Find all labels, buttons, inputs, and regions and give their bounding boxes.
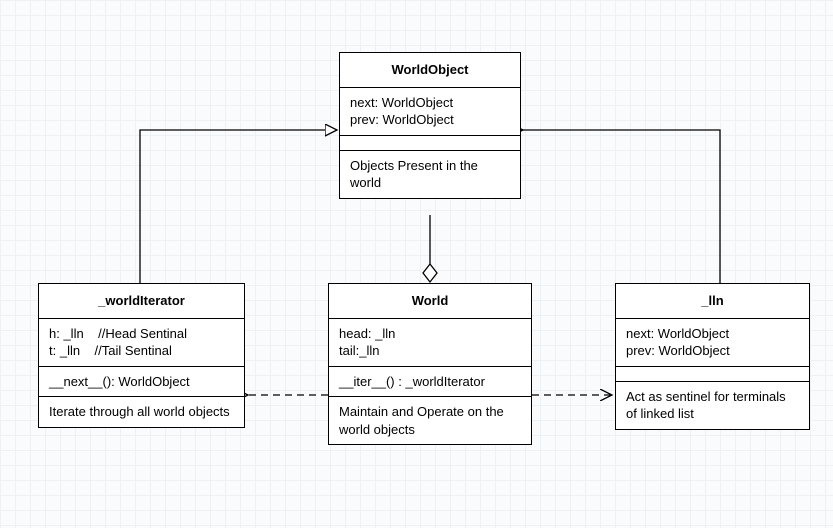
attr: t: _lln //Tail Sentinal — [49, 342, 234, 360]
class-attributes: next: WorldObject prev: WorldObject — [340, 87, 520, 135]
attr: next: WorldObject — [626, 325, 799, 343]
class-attributes: next: WorldObject prev: WorldObject — [616, 318, 809, 366]
class-worldobject: WorldObject next: WorldObject prev: Worl… — [339, 52, 521, 199]
class-operations: __next__(): WorldObject — [39, 366, 244, 397]
attr: prev: WorldObject — [626, 342, 799, 360]
edge-world-aggregates-worldobject — [423, 215, 437, 282]
class-note: Objects Present in the world — [340, 150, 520, 198]
attr: tail:_lln — [339, 342, 521, 360]
class-lln: _lln next: WorldObject prev: WorldObject… — [615, 283, 810, 430]
class-world: World head: _lln tail:_lln __iter__() : … — [328, 283, 532, 445]
class-attributes: head: _lln tail:_lln — [329, 318, 531, 366]
class-operations — [616, 366, 809, 381]
class-operations — [340, 135, 520, 150]
edge-lln-inherits-worldobject — [523, 130, 720, 283]
attr: h: _lln //Head Sentinal — [49, 325, 234, 343]
class-note: Maintain and Operate on the world object… — [329, 396, 531, 444]
op: __iter__() : _worldIterator — [339, 373, 521, 391]
class-note: Iterate through all world objects — [39, 396, 244, 427]
attr: head: _lln — [339, 325, 521, 343]
edge-worlditerator-inherits-worldobject — [140, 130, 337, 283]
class-name: _worldIterator — [39, 284, 244, 318]
class-name: World — [329, 284, 531, 318]
class-note: Act as sentinel for terminals of linked … — [616, 381, 809, 429]
op: __next__(): WorldObject — [49, 373, 234, 391]
class-attributes: h: _lln //Head Sentinal t: _lln //Tail S… — [39, 318, 244, 366]
uml-diagram: worldIterator (dashed, open arrow) --> _… — [0, 0, 833, 528]
attr: next: WorldObject — [350, 94, 510, 112]
class-worlditerator: _worldIterator h: _lln //Head Sentinal t… — [38, 283, 245, 428]
attr: prev: WorldObject — [350, 111, 510, 129]
class-name: _lln — [616, 284, 809, 318]
class-operations: __iter__() : _worldIterator — [329, 366, 531, 397]
class-name: WorldObject — [340, 53, 520, 87]
